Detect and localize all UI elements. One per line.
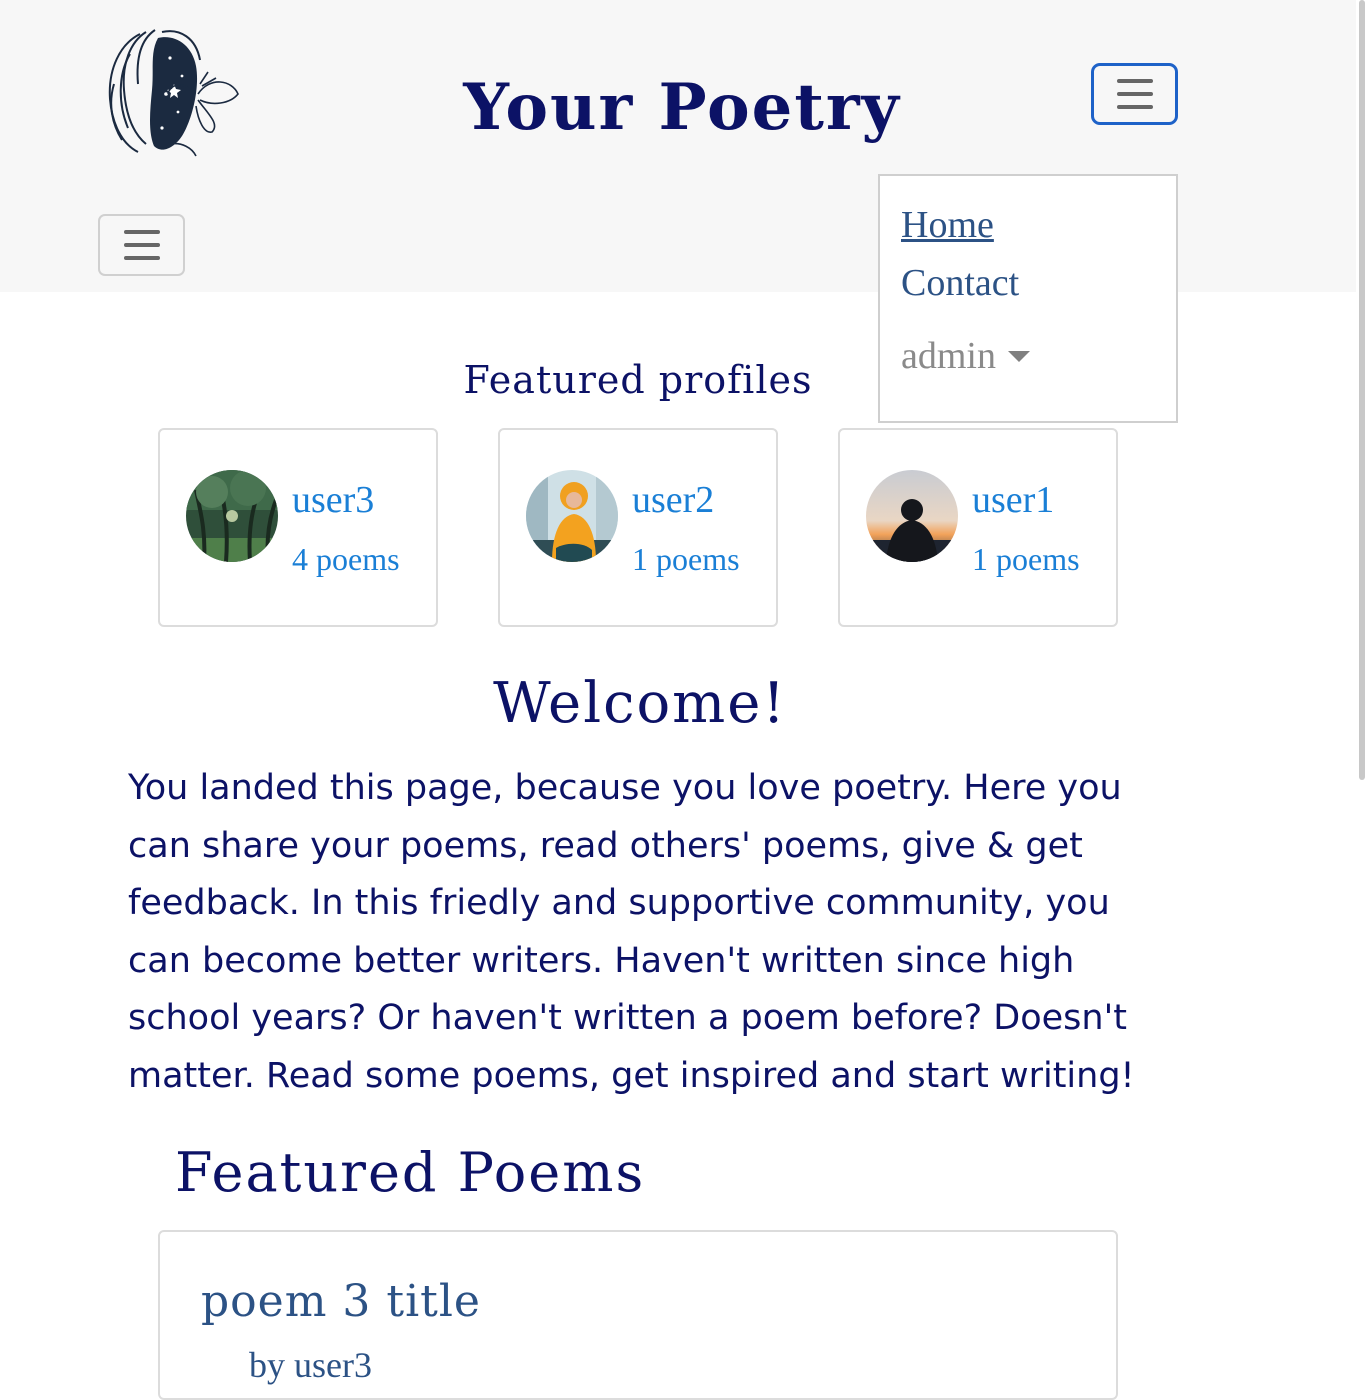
poem-title-link[interactable]: poem 3 title: [201, 1276, 481, 1328]
scrollbar-thumb[interactable]: [1359, 0, 1365, 780]
poem-author: by user3: [249, 1345, 372, 1385]
site-title: Your Poetry: [463, 70, 901, 145]
butterfly-woman-logo-icon[interactable]: [100, 24, 242, 160]
nav-menu-toggle-button[interactable]: [1091, 63, 1178, 125]
hamburger-icon: [123, 230, 160, 260]
profile-name-link[interactable]: user3: [292, 478, 374, 522]
poem-card[interactable]: poem 3 title by user3: [158, 1230, 1118, 1400]
avatar[interactable]: [186, 470, 278, 562]
avatar[interactable]: [866, 470, 958, 562]
nav-link-home[interactable]: Home: [901, 203, 994, 247]
admin-dropdown-label: admin: [901, 335, 996, 377]
profile-poem-count: 1 poems: [632, 541, 740, 577]
page-scrollbar[interactable]: [1356, 0, 1366, 1384]
profile-name-link[interactable]: user1: [972, 478, 1054, 522]
profile-card[interactable]: user3 4 poems: [158, 428, 438, 627]
secondary-menu-toggle-button[interactable]: [98, 214, 185, 276]
hamburger-icon: [1116, 79, 1153, 109]
profile-name-link[interactable]: user2: [632, 478, 714, 522]
profile-poem-count: 1 poems: [972, 541, 1080, 577]
nav-link-contact[interactable]: Contact: [901, 261, 1019, 305]
welcome-text: You landed this page, because you love p…: [128, 768, 1135, 1096]
profile-card[interactable]: user1 1 poems: [838, 428, 1118, 627]
nav-dropdown-menu: Home Contact admin: [878, 174, 1178, 423]
welcome-heading: Welcome!: [493, 671, 787, 736]
profile-poem-count: 4 poems: [292, 541, 400, 577]
admin-dropdown-toggle[interactable]: admin: [901, 334, 1030, 378]
avatar[interactable]: [526, 470, 618, 562]
profile-card[interactable]: user2 1 poems: [498, 428, 778, 627]
featured-poems-heading: Featured Poems: [175, 1141, 646, 1204]
caret-down-icon: [1007, 350, 1030, 362]
featured-profiles-heading: Featured profiles: [463, 358, 813, 402]
